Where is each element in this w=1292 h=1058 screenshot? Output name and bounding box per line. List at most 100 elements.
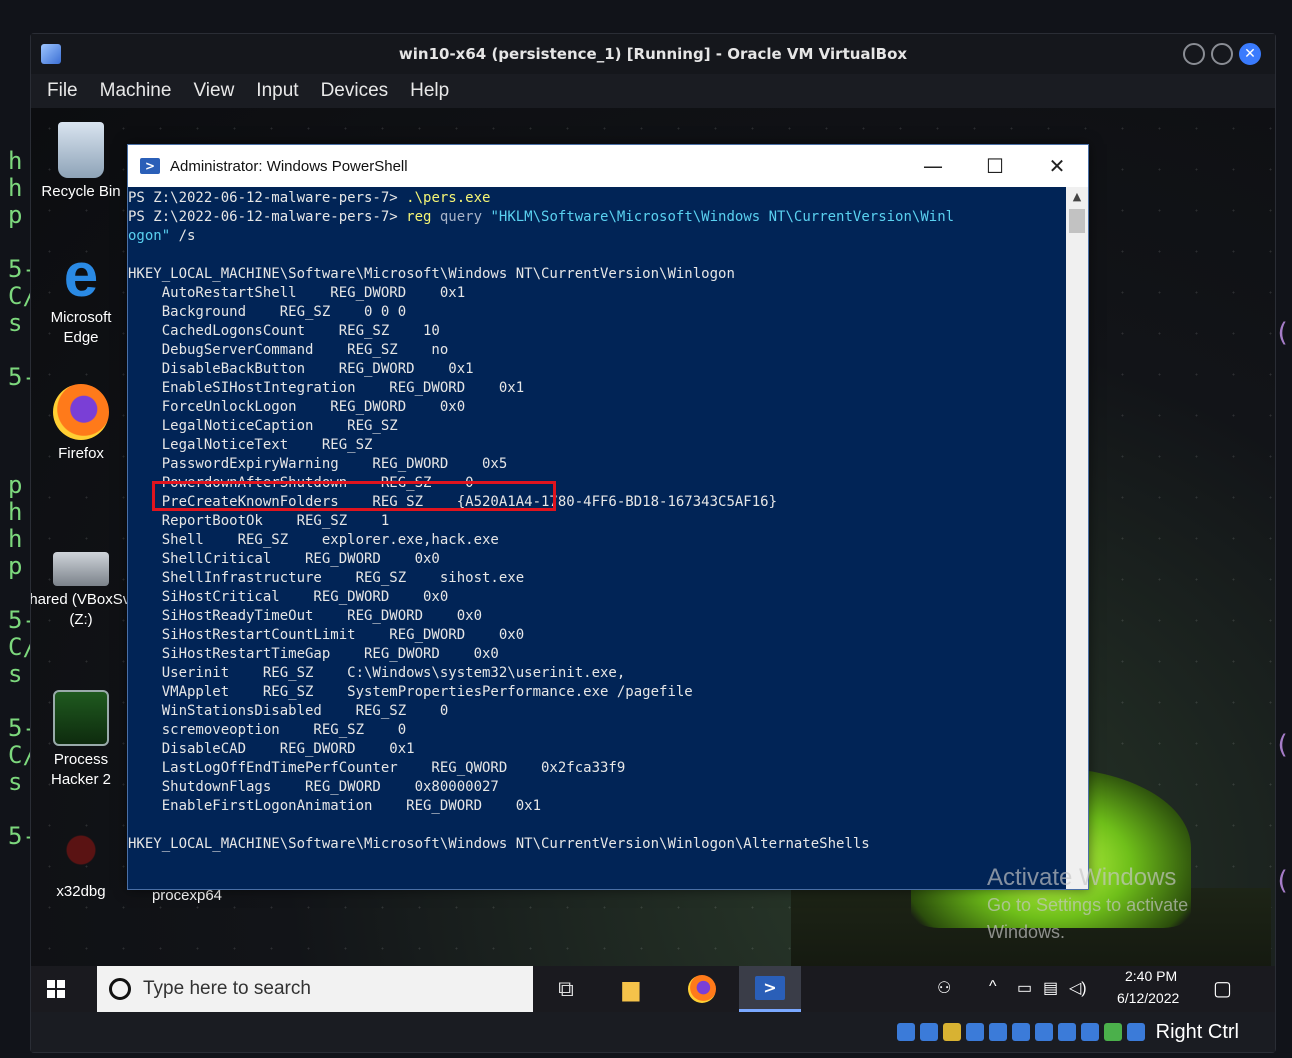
firefox-icon — [53, 384, 109, 440]
clock-time[interactable]: 2:40 PM — [1125, 968, 1177, 984]
desktop-icon-label: Firefox — [58, 445, 104, 462]
console-line: WinStationsDisabled REG_SZ 0 — [128, 702, 1068, 721]
console-text: /s — [170, 228, 196, 244]
menu-input[interactable]: Input — [256, 80, 298, 102]
console-text: ShellCritical REG_DWORD 0x0 — [128, 551, 440, 567]
console-text: DebugServerCommand REG_SZ no — [128, 342, 449, 358]
desktop-icon-firefox[interactable]: Firefox — [37, 384, 125, 464]
activate-title: Activate Windows — [987, 864, 1177, 891]
battery-icon[interactable]: ▭ — [1017, 978, 1032, 998]
console-text: ReportBootOk REG_SZ 1 — [128, 513, 390, 529]
console-text: ShutdownFlags REG_DWORD 0x80000027 — [128, 779, 499, 795]
start-button[interactable] — [31, 966, 81, 1012]
scroll-thumb[interactable] — [1069, 209, 1085, 233]
network-status-icon[interactable] — [965, 1023, 984, 1041]
host-glyph — [8, 231, 28, 258]
mouse-integration-icon[interactable] — [1103, 1023, 1122, 1041]
taskbar-search[interactable]: Type here to search — [97, 966, 533, 1012]
console-text: EnableSIHostIntegration REG_DWORD 0x1 — [128, 380, 525, 396]
activate-line2: Windows. — [987, 922, 1066, 942]
volume-icon[interactable]: ◁) — [1069, 978, 1087, 998]
powershell-window: > Administrator: Windows PowerShell — ☐ … — [127, 144, 1089, 890]
optical-status-icon[interactable] — [919, 1023, 938, 1041]
host-glyph: h — [8, 525, 23, 553]
close-button[interactable]: ✕ — [1239, 43, 1261, 65]
audio-status-icon[interactable] — [942, 1023, 961, 1041]
ps-close-button[interactable]: ✕ — [1026, 145, 1088, 187]
menu-file[interactable]: File — [47, 80, 78, 102]
desktop-icon-edge[interactable]: e Microsoft Edge — [37, 241, 125, 348]
powershell-console-output[interactable]: PS Z:\2022-06-12-malware-pers-7> .\pers.… — [128, 187, 1068, 889]
host-glyph: s — [8, 768, 23, 796]
console-line: SiHostReadyTimeOut REG_DWORD 0x0 — [128, 607, 1068, 626]
console-line: DisableBackButton REG_DWORD 0x1 — [128, 360, 1068, 379]
taskbar-powershell-button[interactable]: > — [739, 966, 801, 1012]
console-line: SiHostRestartCountLimit REG_DWORD 0x0 — [128, 626, 1068, 645]
hdd-status-icon[interactable] — [896, 1023, 915, 1041]
shared-folder-status-icon[interactable] — [1011, 1023, 1030, 1041]
desktop-icon-x32dbg[interactable]: x32dbg — [37, 822, 125, 902]
keyboard-status-icon[interactable] — [1126, 1023, 1145, 1041]
console-text: LegalNoticeCaption REG_SZ — [128, 418, 398, 434]
menu-help[interactable]: Help — [410, 80, 449, 102]
task-view-icon[interactable]: ⧉ — [551, 974, 581, 1004]
powershell-scrollbar[interactable]: ▲ — [1066, 187, 1088, 889]
console-line: EnableFirstLogonAnimation REG_DWORD 0x1 — [128, 797, 1068, 816]
notification-icon[interactable]: ▢ — [1213, 976, 1232, 1001]
console-text: PS Z:\2022-06-12-malware-pers-7> — [128, 209, 407, 225]
console-line: PS Z:\2022-06-12-malware-pers-7> .\pers.… — [128, 189, 1068, 208]
console-line: scremoveoption REG_SZ 0 — [128, 721, 1068, 740]
usb-status-icon[interactable] — [988, 1023, 1007, 1041]
people-icon[interactable]: ⚇ — [937, 978, 951, 998]
console-line: EnableSIHostIntegration REG_DWORD 0x1 — [128, 379, 1068, 398]
desktop-icon-process-hacker[interactable]: Process Hacker 2 — [37, 690, 125, 790]
network-drive-icon — [53, 552, 109, 586]
taskbar-firefox-icon[interactable] — [687, 974, 717, 1004]
console-line: ShutdownFlags REG_DWORD 0x80000027 — [128, 778, 1068, 797]
menu-devices[interactable]: Devices — [321, 80, 389, 102]
desktop-icon-label: Recycle Bin — [41, 183, 121, 200]
clock-date[interactable]: 6/12/2022 — [1117, 990, 1179, 1006]
console-line: Background REG_SZ 0 0 0 — [128, 303, 1068, 322]
host-glyph: C/ — [8, 282, 37, 310]
tray-chevron-up-icon[interactable]: ^ — [989, 978, 997, 996]
console-line: DebugServerCommand REG_SZ no — [128, 341, 1068, 360]
edge-icon: e — [63, 241, 99, 310]
menu-view[interactable]: View — [193, 80, 234, 102]
process-hacker-icon — [53, 690, 109, 746]
console-text: DisableCAD REG_DWORD 0x1 — [128, 741, 415, 757]
powershell-title: Administrator: Windows PowerShell — [170, 157, 408, 175]
ps-maximize-button[interactable]: ☐ — [964, 145, 1026, 187]
console-line: PasswordExpiryWarning REG_DWORD 0x5 — [128, 455, 1068, 474]
console-text: DisableBackButton REG_DWORD 0x1 — [128, 361, 474, 377]
console-line: SiHostRestartTimeGap REG_DWORD 0x0 — [128, 645, 1068, 664]
desktop-icon-shared-drive[interactable]: shared (VBoxSvr) (Z:) — [31, 538, 140, 630]
console-line: Shell REG_SZ explorer.exe,hack.exe — [128, 531, 1068, 550]
ps-minimize-button[interactable]: — — [902, 145, 964, 187]
desktop-icon-recycle-bin[interactable]: Recycle Bin — [37, 122, 125, 202]
console-text: CachedLogonsCount REG_SZ 10 — [128, 323, 440, 339]
host-glyph — [8, 420, 28, 447]
network-icon[interactable]: ▤ — [1043, 978, 1058, 998]
vbox-titlebar[interactable]: win10-x64 (persistence_1) [Running] - Or… — [31, 34, 1275, 74]
console-line: SiHostCritical REG_DWORD 0x0 — [128, 588, 1068, 607]
host-glyph: p — [8, 201, 23, 229]
minimize-button[interactable] — [1183, 43, 1205, 65]
file-explorer-icon[interactable]: ▆ — [616, 974, 646, 1004]
console-line: ForceUnlockLogon REG_DWORD 0x0 — [128, 398, 1068, 417]
menu-machine[interactable]: Machine — [100, 80, 172, 102]
maximize-button[interactable] — [1211, 43, 1233, 65]
host-glyph: s — [8, 309, 23, 337]
console-line: CachedLogonsCount REG_SZ 10 — [128, 322, 1068, 341]
recording-status-icon[interactable] — [1057, 1023, 1076, 1041]
activate-windows-watermark: Activate Windows Go to Settings to activ… — [987, 864, 1188, 946]
console-line: AutoRestartShell REG_DWORD 0x1 — [128, 284, 1068, 303]
cpu-status-icon[interactable] — [1080, 1023, 1099, 1041]
display-status-icon[interactable] — [1034, 1023, 1053, 1041]
desktop-icon-label: Process Hacker 2 — [50, 751, 112, 788]
powershell-titlebar[interactable]: > Administrator: Windows PowerShell — ☐ … — [128, 145, 1088, 187]
console-text: Userinit REG_SZ C:\Windows\system32\user… — [128, 665, 626, 681]
console-text: PreCreateKnownFolders REG_SZ {A520A1A4-1… — [128, 494, 778, 510]
host-glyph — [8, 339, 28, 366]
scroll-up-icon[interactable]: ▲ — [1066, 187, 1088, 207]
